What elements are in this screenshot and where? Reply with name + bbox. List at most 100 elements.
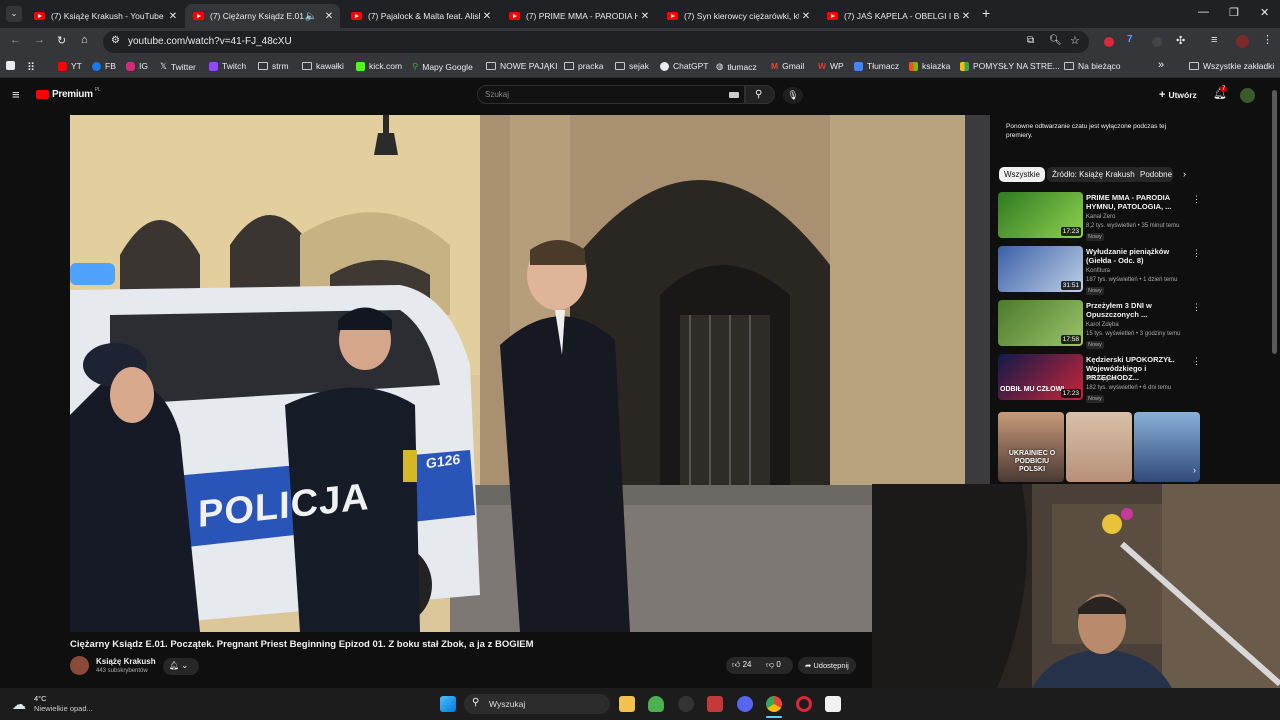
bookmark-pracka[interactable]: pracka (564, 61, 604, 71)
tab-6[interactable]: (7) JAŚ KAPELA - OBELGI I BLU ✕ (819, 4, 977, 28)
extensions-puzzle-icon[interactable]: ✣ (1176, 34, 1185, 47)
opera-icon[interactable] (796, 696, 812, 712)
bookmark-sejak[interactable]: sejak (615, 61, 649, 71)
close-tab-icon[interactable]: ✕ (959, 11, 973, 22)
chip-similar[interactable]: Podobne (1135, 167, 1173, 182)
dislike-button[interactable]: 👎︎ 0 (766, 660, 781, 670)
extension-circle-icon[interactable] (1152, 37, 1162, 47)
install-icon[interactable]: ⧉ (1027, 35, 1034, 46)
keyboard-icon[interactable] (729, 92, 739, 98)
voice-search-mic-icon[interactable]: 🎙︎ (783, 87, 803, 104)
account-avatar[interactable] (1240, 88, 1255, 103)
bookmark-ksiazka[interactable]: ksiazka (909, 61, 950, 71)
tab-3[interactable]: (7) Pajalock & Malta feat. Alish ✕ (343, 4, 498, 28)
bookmark-gmail[interactable]: M Gmail (771, 61, 804, 71)
app-black-icon[interactable] (825, 696, 841, 712)
channel-avatar[interactable] (70, 656, 89, 675)
more-actions-icon[interactable]: ⋮ (1192, 302, 1201, 313)
app-github-icon[interactable] (678, 696, 694, 712)
close-window-icon[interactable]: ✕ (1260, 6, 1269, 19)
file-explorer-icon[interactable] (619, 696, 635, 712)
bookmark-ig[interactable]: IG (126, 61, 148, 71)
share-button[interactable]: ➦ Udostępnij (798, 657, 856, 674)
extension-record-icon[interactable] (1104, 37, 1114, 47)
apps-grid-icon[interactable]: ⠿ (27, 61, 35, 74)
address-bar[interactable]: ⚙ youtube.com/watch?v=41-FJ_48cXU ⧉ 🔍︎ ☆ (103, 31, 1089, 53)
shorts-next-chevron-icon[interactable]: › (1193, 465, 1196, 475)
mute-tab-icon[interactable]: 🔈 (304, 11, 318, 22)
bookmark-maps[interactable]: ⚲ Mapy Google (412, 61, 473, 72)
bookmark-fb[interactable]: FB (92, 61, 116, 71)
chips-next-chevron-icon[interactable]: › (1183, 169, 1186, 179)
maximize-icon[interactable]: ❐ (1229, 6, 1239, 19)
more-actions-icon[interactable]: ⋮ (1192, 356, 1201, 367)
bookmark-twitch[interactable]: Twitch (209, 61, 246, 71)
bookmark-yt[interactable]: YT (58, 61, 82, 71)
more-actions-icon[interactable]: ⋮ (1192, 194, 1201, 205)
close-tab-icon[interactable]: ✕ (166, 11, 180, 22)
bookmark-tlumacz-2[interactable]: Tłumacz (854, 61, 899, 71)
forward-icon[interactable]: → (34, 34, 45, 46)
page-scrollbar[interactable] (1272, 90, 1277, 354)
bookmark-strm[interactable]: strm (258, 61, 289, 71)
minimize-icon[interactable]: — (1198, 6, 1209, 18)
hamburger-menu-icon[interactable]: ≡ (12, 87, 20, 102)
bookmark-tlumacz[interactable]: ◍ tłumacz (716, 61, 757, 72)
profile-avatar[interactable] (1236, 35, 1249, 48)
bookmark-na-biezaco[interactable]: Na bieżąco (1064, 61, 1121, 71)
bookmark-chatgpt[interactable]: ChatGPT (660, 61, 708, 71)
app-photo-icon[interactable] (707, 696, 723, 712)
site-info-icon[interactable]: ⚙ (111, 35, 120, 46)
bookmark-star-icon[interactable]: ☆ (1070, 34, 1080, 47)
recommendation-item[interactable]: 31:51 Wyłudzanie pieniążków (Giełda - Od… (998, 246, 1201, 295)
recommendation-item[interactable]: 17:23 PRIME MMA - PARODIA HYMNU, PATOLOG… (998, 192, 1201, 241)
recommendation-item[interactable]: ODBIŁ MU CZŁOWI 17:23 Kędzierski UPOKORZ… (998, 354, 1201, 403)
channel-name[interactable]: Książę Krakush (96, 657, 156, 666)
close-tab-icon[interactable]: ✕ (799, 11, 813, 22)
tab-5[interactable]: (7) Syn kierowcy ciężarówki, kt ✕ (659, 4, 817, 28)
close-tab-icon[interactable]: ✕ (638, 11, 652, 22)
close-tab-icon[interactable]: ✕ (322, 11, 336, 22)
app-shield-icon[interactable] (648, 696, 664, 712)
like-button[interactable]: 👍︎ 24 (732, 660, 752, 670)
chrome-icon[interactable] (766, 696, 782, 712)
tab-4[interactable]: (7) PRIME MMA - PARODIA HY ✕ (501, 4, 656, 28)
reading-list-icon[interactable]: ≡ (1211, 34, 1217, 46)
short-thumbnail[interactable]: UKRAINIEC O PODBICIU POLSKI (998, 412, 1064, 482)
bookmark-pomysly[interactable]: POMYSŁY NA STRE... (960, 61, 1060, 71)
bookmark-nowe-pajaki[interactable]: NOWE PAJĄKI (486, 61, 557, 71)
weather-cloud-icon[interactable]: ☁ (12, 696, 26, 713)
create-button[interactable]: + Utwórz (1159, 89, 1197, 101)
recommendation-item[interactable]: 17:58 Przeżyłem 3 DNI w Opuszczonych ...… (998, 300, 1201, 349)
more-actions-icon[interactable]: ⋮ (1192, 248, 1201, 259)
bookmark-kick[interactable]: kick.com (356, 61, 402, 71)
tab-1[interactable]: (7) Książę Krakush - YouTube ✕ (26, 4, 184, 28)
back-icon[interactable]: ← (10, 34, 21, 46)
sidebar-toggle-icon[interactable] (6, 61, 19, 70)
subscribed-bell-button[interactable]: 🔔︎ ⌄ (163, 658, 199, 675)
new-tab-button[interactable]: + (982, 5, 990, 21)
search-button[interactable]: ⚲ (745, 85, 775, 104)
video-player[interactable]: POLICJA G126 (70, 115, 990, 632)
close-tab-icon[interactable]: ✕ (480, 11, 494, 22)
short-thumbnail[interactable] (1066, 412, 1132, 482)
extension-7tv-icon[interactable]: 7 (1127, 34, 1133, 45)
taskbar-search[interactable]: ⚲ Wyszukaj (464, 694, 610, 714)
bookmarks-overflow-button[interactable]: » (1158, 59, 1164, 71)
chip-all[interactable]: Wszystkie (999, 167, 1045, 182)
reload-icon[interactable]: ↻ (57, 34, 66, 47)
search-input[interactable]: Szukaj (477, 85, 745, 104)
browser-menu-icon[interactable]: ⋮ (1262, 33, 1273, 46)
youtube-logo[interactable]: Premium PL (36, 87, 101, 100)
discord-icon[interactable] (737, 696, 753, 712)
tab-search-icon[interactable]: ⌄ (6, 6, 22, 22)
bookmark-kawalki[interactable]: kawałki (302, 61, 344, 71)
tab-2-active[interactable]: (7) Ciężarny Ksiądz E.01. Po🔈✕ (185, 4, 340, 28)
zoom-icon[interactable]: 🔍︎ (1049, 35, 1062, 46)
chip-source[interactable]: Źródło: Książę Krakush (1047, 167, 1140, 182)
all-bookmarks[interactable]: Wszystkie zakładki (1189, 61, 1274, 71)
short-thumbnail[interactable] (1134, 412, 1200, 482)
home-icon[interactable]: ⌂ (81, 34, 88, 46)
start-windows-icon[interactable] (440, 696, 456, 712)
bookmark-wp[interactable]: W WP (818, 61, 844, 71)
